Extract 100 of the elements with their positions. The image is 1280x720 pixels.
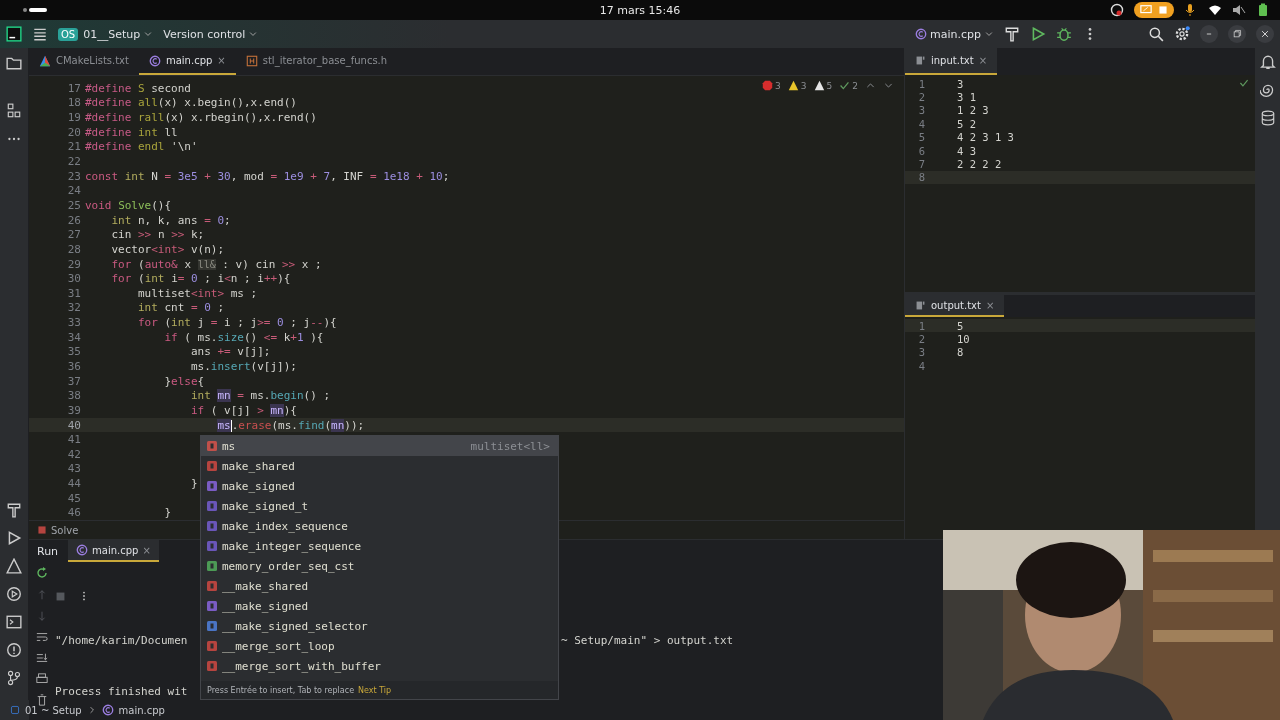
line-number: 26 xyxy=(66,213,81,227)
breadcrumb[interactable]: main.cpp xyxy=(118,704,165,716)
problem-count[interactable]: 2 xyxy=(852,80,858,91)
hammer-icon[interactable] xyxy=(1004,26,1020,42)
close-icon[interactable]: × xyxy=(985,299,995,311)
symbol-icon xyxy=(207,581,217,591)
code-line: } xyxy=(189,477,198,491)
completion-item[interactable]: make_signed_t xyxy=(201,496,558,516)
project-dropdown[interactable]: 01__Setup xyxy=(83,27,154,41)
restore-button[interactable] xyxy=(1228,25,1246,43)
close-icon[interactable]: × xyxy=(217,55,226,66)
warning-icon[interactable] xyxy=(6,558,22,574)
line-number: 27 xyxy=(66,228,81,242)
c-file-icon xyxy=(76,544,89,557)
browser-icon[interactable] xyxy=(1110,3,1124,17)
symbol-icon xyxy=(207,561,217,571)
structure-icon[interactable] xyxy=(6,103,22,119)
line-number: 34 xyxy=(66,330,81,344)
close-icon xyxy=(1260,29,1270,39)
completion-item[interactable]: memory_order_seq_cst xyxy=(201,556,558,576)
symbol-icon xyxy=(207,641,217,651)
battery-icon[interactable] xyxy=(1256,3,1270,17)
app-logo-icon[interactable] xyxy=(6,26,22,42)
problem-count[interactable]: 3 xyxy=(775,80,781,91)
code-line: 10 xyxy=(957,333,970,346)
line-number: 46 xyxy=(66,506,81,520)
clock[interactable]: 17 mars 15:46 xyxy=(599,3,681,17)
completion-item[interactable]: make_integer_sequence xyxy=(201,536,558,556)
completion-item[interactable]: __merge_sort_with_buffer xyxy=(201,656,558,676)
close-icon[interactable]: × xyxy=(978,55,988,66)
completion-item[interactable]: make_signed xyxy=(201,476,558,496)
wifi-icon[interactable] xyxy=(1208,3,1222,17)
line-number: 20 xyxy=(66,125,81,139)
bug-icon[interactable] xyxy=(1056,26,1072,42)
file-tab[interactable]: input.txt × xyxy=(905,48,998,75)
menu-icon[interactable] xyxy=(32,26,48,42)
completion-item[interactable]: ms multiset<ll> xyxy=(201,436,558,456)
check-icon xyxy=(1239,78,1249,88)
completion-item[interactable]: __make_shared xyxy=(201,576,558,596)
code-line: multiset<int> ms ; xyxy=(137,286,258,300)
minimize-button[interactable] xyxy=(1200,25,1218,43)
file-tab[interactable]: output.txt × xyxy=(905,295,1005,317)
line-number: 19 xyxy=(66,111,81,125)
completion-item[interactable]: __merge_sort_loop xyxy=(201,636,558,656)
code-line: 1 2 3 xyxy=(957,104,989,117)
search-icon[interactable] xyxy=(1148,26,1164,42)
completion-item[interactable]: __make_signed_selector xyxy=(201,616,558,636)
completion-item[interactable]: make_shared xyxy=(201,456,558,476)
spiral-icon[interactable] xyxy=(1259,82,1276,98)
editor-tab[interactable]: CMakeLists.txt xyxy=(29,48,139,75)
scroll-end-icon[interactable] xyxy=(36,652,48,665)
print-icon[interactable] xyxy=(36,673,48,686)
wrap-icon[interactable] xyxy=(36,631,48,644)
code-line: vector<int> v(n); xyxy=(110,242,225,256)
line-number: 3 xyxy=(917,104,925,117)
next-tip-link[interactable]: Next Tip xyxy=(358,685,392,695)
code-line: #define all(x) x.begin(),x.end() xyxy=(85,96,297,110)
git-icon[interactable] xyxy=(6,670,22,686)
run-config-dropdown[interactable]: main.cpp xyxy=(915,27,994,41)
rerun-icon[interactable] xyxy=(35,566,49,581)
trash-icon[interactable] xyxy=(36,694,48,707)
problem-count[interactable]: 3 xyxy=(800,80,807,91)
problem-count[interactable]: 5 xyxy=(826,80,833,91)
hammer-icon[interactable] xyxy=(6,502,22,518)
caret-icon xyxy=(248,29,259,39)
code-line: 3 1 xyxy=(957,91,976,104)
completion-item[interactable]: __make_signed xyxy=(201,596,558,616)
warning-icon xyxy=(787,80,799,91)
terminal-icon[interactable] xyxy=(6,614,22,630)
database-icon[interactable] xyxy=(1259,110,1276,126)
line-number: 30 xyxy=(66,272,81,286)
run-tab[interactable]: main.cpp × xyxy=(68,540,159,563)
speaker-muted-icon[interactable] xyxy=(1232,3,1246,17)
run-icon[interactable] xyxy=(6,530,22,546)
breadcrumb[interactable]: 01 ~ Setup xyxy=(25,704,82,716)
settings-icon[interactable] xyxy=(1174,26,1190,42)
folder-icon[interactable] xyxy=(6,55,22,71)
vcs-dropdown[interactable]: Version control xyxy=(163,27,259,41)
line-number: 38 xyxy=(66,389,81,403)
breadcrumb[interactable]: Solve xyxy=(51,524,79,536)
recording-indicator[interactable] xyxy=(1134,2,1174,18)
completion-item[interactable]: make_index_sequence xyxy=(201,516,558,536)
symbol-icon xyxy=(207,481,217,491)
line-number: 1 xyxy=(917,77,925,90)
editor-tab[interactable]: stl_iterator_base_funcs.h xyxy=(235,48,398,75)
run-icon[interactable] xyxy=(1030,26,1046,42)
line-number: 31 xyxy=(66,286,81,300)
code-line: 4 3 xyxy=(957,144,976,157)
close-button[interactable] xyxy=(1256,25,1274,43)
debug-icon[interactable] xyxy=(6,586,22,602)
text-file-icon xyxy=(915,299,926,311)
console-text: ~ Setup/main" > output.txt xyxy=(561,634,734,648)
hint-text: Press Entrée to insert, Tab to replace xyxy=(207,685,355,695)
editor-tab[interactable]: main.cpp × xyxy=(138,48,236,75)
problems-icon[interactable] xyxy=(6,642,22,658)
bell-icon[interactable] xyxy=(1259,54,1276,70)
code-line: 8 xyxy=(957,346,964,359)
line-number: 21 xyxy=(66,140,81,154)
close-icon[interactable]: × xyxy=(142,544,151,556)
line-number: 23 xyxy=(66,169,81,183)
